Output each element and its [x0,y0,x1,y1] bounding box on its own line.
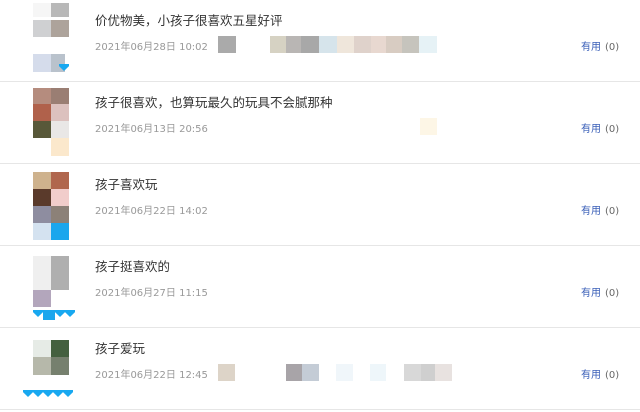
diamond-badge-icon [55,310,65,317]
review-content: 价优物美，小孩子很喜欢五星好评 [95,13,283,28]
review-image[interactable] [286,36,301,53]
review-image[interactable] [419,36,437,53]
review-image[interactable] [354,36,371,53]
review-image[interactable] [270,36,286,53]
review-datetime: 2021年06月22日 12:45 [95,370,208,381]
avatar [33,0,69,76]
review-datetime: 2021年06月28日 10:02 [95,42,208,53]
helpful-button[interactable]: 有用 (0) [581,120,619,135]
avatar [23,328,73,404]
review-image[interactable] [371,36,386,53]
avatar [33,246,75,322]
diamond-badge-icon [23,390,33,397]
diamond-badge-icon [33,390,43,397]
helpful-count: (0) [605,370,620,381]
review-item: 孩子很喜欢，也算玩最久的玩具不会腻那种 2021年06月13日 20:56 有用… [0,82,640,164]
review-image[interactable] [337,36,354,53]
helpful-button[interactable]: 有用 (0) [581,366,619,381]
diamond-badge-icon [63,390,73,397]
review-image[interactable] [370,364,386,381]
review-datetime: 2021年06月22日 14:02 [95,206,208,217]
review-image[interactable] [302,364,319,381]
review-content: 孩子爱玩 [95,341,146,356]
helpful-label: 有用 [581,124,601,135]
review-item: 孩子喜欢玩 2021年06月22日 14:02 有用 (0) [0,164,640,246]
diamond-badge-icon [33,310,43,317]
review-image[interactable] [218,36,236,53]
avatar [33,82,69,158]
review-datetime: 2021年06月27日 11:15 [95,288,208,299]
diamond-badge-icon [43,390,53,397]
review-content: 孩子喜欢玩 [95,177,158,192]
review-image[interactable] [301,36,319,53]
review-image[interactable] [402,36,419,53]
review-image[interactable] [386,36,402,53]
diamond-badge-icon [53,390,63,397]
review-image[interactable] [218,364,235,381]
helpful-label: 有用 [581,206,601,217]
helpful-count: (0) [605,288,620,299]
review-image[interactable] [404,364,421,381]
avatar [33,164,69,240]
review-item: 孩子爱玩 2021年06月22日 12:45 有用 (0) [0,328,640,410]
helpful-count: (0) [605,42,620,53]
helpful-button[interactable]: 有用 (0) [581,38,619,53]
review-item: 孩子挺喜欢的 2021年06月27日 11:15 有用 (0) [0,246,640,328]
review-image[interactable] [421,364,435,381]
review-image[interactable] [435,364,452,381]
review-content: 孩子挺喜欢的 [95,259,171,274]
review-image[interactable] [319,36,337,53]
helpful-count: (0) [605,206,620,217]
helpful-label: 有用 [581,370,601,381]
review-item: 价优物美，小孩子很喜欢五星好评 2021年06月28日 10:02 有用 (0) [0,0,640,82]
helpful-label: 有用 [581,42,601,53]
helpful-button[interactable]: 有用 (0) [581,284,619,299]
helpful-count: (0) [605,124,620,135]
helpful-button[interactable]: 有用 (0) [581,202,619,217]
helpful-label: 有用 [581,288,601,299]
review-image[interactable] [420,118,437,135]
review-datetime: 2021年06月13日 20:56 [95,124,208,135]
review-image[interactable] [286,364,302,381]
review-image[interactable] [336,364,353,381]
review-content: 孩子很喜欢，也算玩最久的玩具不会腻那种 [95,95,333,110]
diamond-badge-icon [65,310,75,317]
